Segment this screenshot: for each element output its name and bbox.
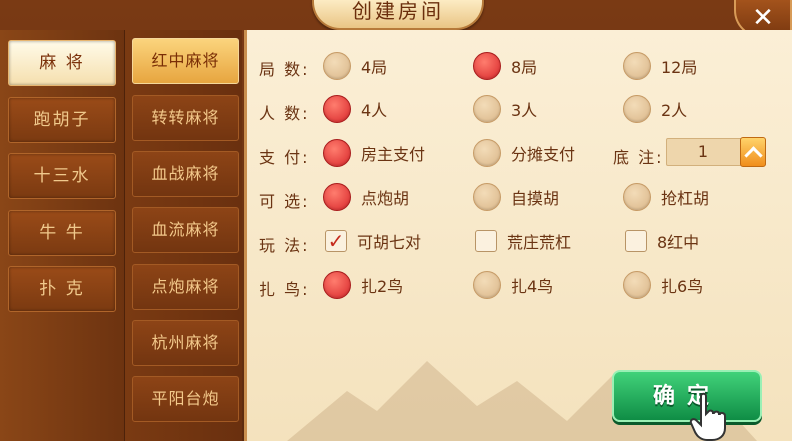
rule-huangzhuang[interactable]: 荒庄荒杠 [475, 226, 571, 256]
players-option-4[interactable]: 4人 [323, 94, 387, 124]
rounds-option-12[interactable]: 12局 [623, 51, 697, 81]
optional-zimohu[interactable]: 自摸胡 [473, 182, 559, 212]
option-label: 8红中 [657, 233, 700, 252]
optional-qiangganghu[interactable]: 抢杠胡 [623, 182, 709, 212]
rule-8hongzhong[interactable]: 8红中 [625, 226, 699, 256]
option-label: 点炮胡 [361, 189, 410, 208]
radio-button[interactable] [623, 271, 651, 299]
option-label: 可胡七对 [357, 233, 422, 252]
players-option-3[interactable]: 3人 [473, 94, 537, 124]
option-label: 扎6鸟 [661, 277, 704, 296]
variant-xuezhan[interactable]: 血战麻将 [132, 151, 239, 197]
payment-label: 支 付: [259, 148, 310, 167]
rules-label: 玩 法: [259, 236, 310, 255]
variant-hangzhou[interactable]: 杭州麻将 [132, 320, 239, 366]
variant-dianpao[interactable]: 点炮麻将 [132, 264, 239, 310]
dialog-title: 创建房间 [312, 0, 484, 30]
payment-option-host[interactable]: 房主支付 [323, 138, 425, 168]
payment-option-split[interactable]: 分摊支付 [473, 138, 575, 168]
option-label: 4人 [361, 101, 388, 120]
variant-pingyang[interactable]: 平阳台炮 [132, 376, 239, 422]
birds-label: 扎 鸟: [259, 280, 310, 299]
radio-button[interactable] [473, 139, 501, 167]
category-poker[interactable]: 扑 克 [8, 266, 116, 312]
variant-hongzhong[interactable]: 红中麻将 [132, 38, 239, 84]
mahjong-variant-list: 红中麻将 转转麻将 血战麻将 血流麻将 点炮麻将 杭州麻将 平阳台炮 [124, 30, 242, 441]
option-label: 抢杠胡 [661, 189, 710, 208]
option-label: 分摊支付 [511, 145, 576, 164]
option-label: 3人 [511, 101, 538, 120]
option-label: 4局 [361, 58, 388, 77]
category-niuniu[interactable]: 牛 牛 [8, 210, 116, 256]
checkbox-checked[interactable]: ✓ [325, 230, 347, 252]
radio-button[interactable] [623, 183, 651, 211]
option-label: 房主支付 [361, 145, 426, 164]
radio-button[interactable] [323, 52, 351, 80]
radio-button[interactable] [473, 95, 501, 123]
option-label: 扎4鸟 [511, 277, 554, 296]
option-label: 扎2鸟 [361, 277, 404, 296]
pointing-hand-icon [689, 392, 726, 441]
radio-button[interactable] [323, 183, 351, 211]
category-shisanshui[interactable]: 十三水 [8, 153, 116, 199]
category-paohuzi[interactable]: 跑胡子 [8, 97, 116, 143]
option-label: 荒庄荒杠 [507, 233, 572, 252]
room-settings-panel: 局 数: 4局 8局 12局 人 数: 4人 3人 2人 支 付: 房主支付 分… [244, 30, 792, 441]
players-option-2[interactable]: 2人 [623, 94, 687, 124]
rounds-label: 局 数: [259, 60, 310, 79]
radio-button[interactable] [473, 52, 501, 80]
variant-zhuanzhuan[interactable]: 转转麻将 [132, 95, 239, 141]
category-mahjong[interactable]: 麻 将 [8, 40, 116, 86]
base-bet-label: 底 注: [613, 148, 664, 167]
rounds-option-8[interactable]: 8局 [473, 51, 537, 81]
game-category-list: 麻 将 跑胡子 十三水 牛 牛 扑 克 [0, 30, 124, 441]
players-label: 人 数: [259, 104, 310, 123]
base-bet-increase-button[interactable] [740, 137, 766, 167]
checkbox[interactable] [475, 230, 497, 252]
radio-button[interactable] [623, 95, 651, 123]
rule-qidui[interactable]: ✓ 可胡七对 [325, 226, 421, 256]
radio-button[interactable] [623, 52, 651, 80]
option-label: 2人 [661, 101, 688, 120]
birds-option-6[interactable]: 扎6鸟 [623, 270, 703, 300]
option-label: 12局 [661, 58, 698, 77]
birds-option-4[interactable]: 扎4鸟 [473, 270, 553, 300]
rounds-option-4[interactable]: 4局 [323, 51, 387, 81]
optional-dianpaohu[interactable]: 点炮胡 [323, 182, 409, 212]
variant-xueliu[interactable]: 血流麻将 [132, 207, 239, 253]
radio-button[interactable] [473, 271, 501, 299]
radio-button[interactable] [323, 271, 351, 299]
birds-option-2[interactable]: 扎2鸟 [323, 270, 403, 300]
radio-button[interactable] [323, 139, 351, 167]
option-label: 8局 [511, 58, 538, 77]
checkbox[interactable] [625, 230, 647, 252]
optional-label: 可 选: [259, 192, 310, 211]
option-label: 自摸胡 [511, 189, 560, 208]
radio-button[interactable] [473, 183, 501, 211]
radio-button[interactable] [323, 95, 351, 123]
